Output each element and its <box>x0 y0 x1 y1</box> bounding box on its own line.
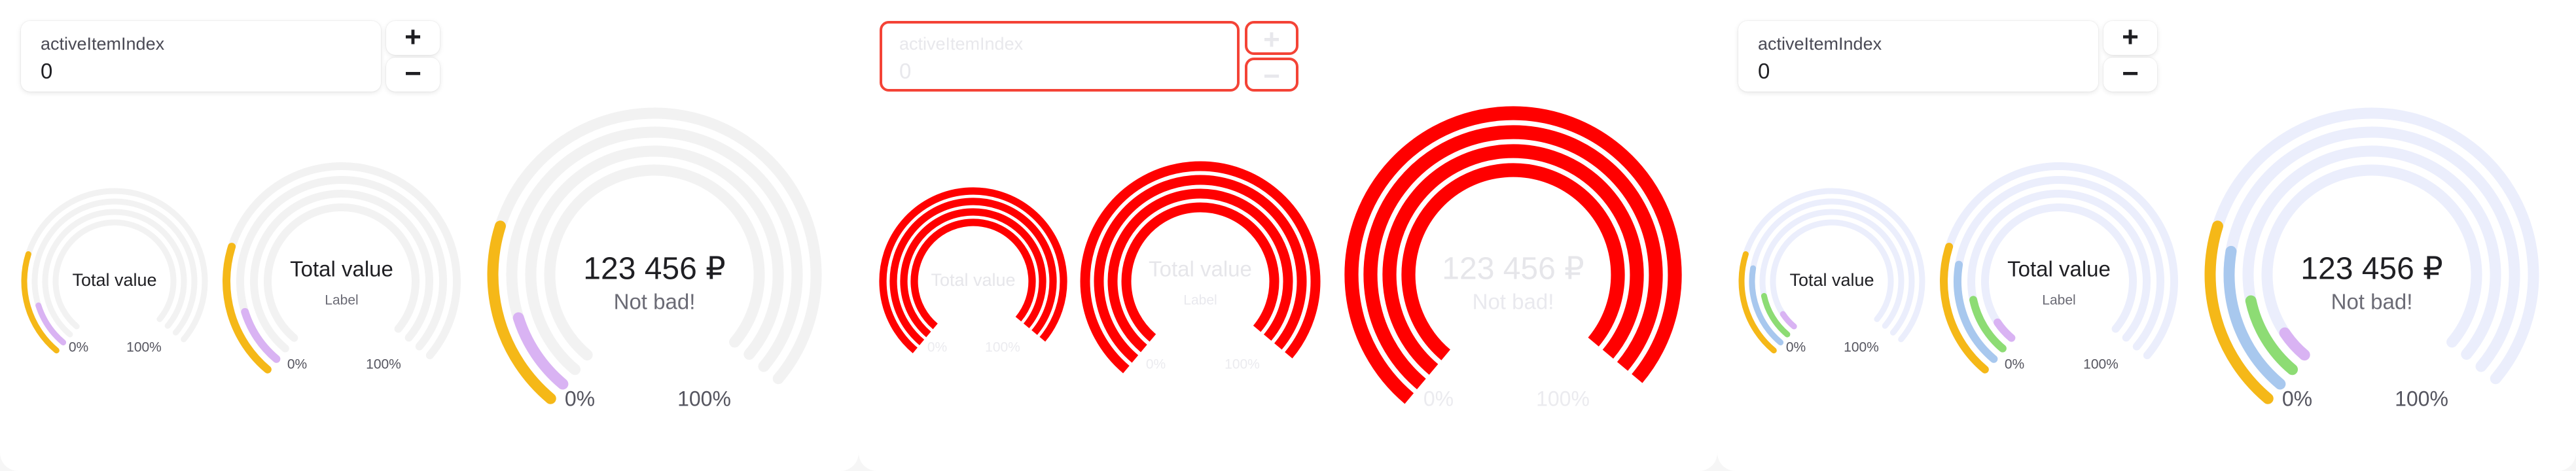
gauge-medium: Total value Label 0% 100% <box>1940 162 2178 374</box>
gauge-min-label: 0% <box>2005 357 2024 372</box>
gauge-subtitle: Not bad! <box>614 290 696 314</box>
gauge-min-label: 0% <box>2282 387 2312 410</box>
gauge-value-arc <box>2279 327 2310 361</box>
gauge-large: 123 456 ₽ Not bad! 0% 100% <box>487 107 822 410</box>
gauge-large: 123 456 ₽ Not bad! 0% 100% <box>2204 107 2539 410</box>
gauge-subtitle: Label <box>2042 293 2075 308</box>
gauge-max-label: 100% <box>985 340 1020 355</box>
gauge-group: Total value 0% 100% Total value Label 0% 100%… <box>879 106 1682 410</box>
gauge-title: Total value <box>72 270 156 290</box>
gauge-max-label: 100% <box>1536 387 1590 410</box>
gauge-group: Total value 0% 100% Total value Label 0% 100%… <box>21 107 822 410</box>
gauge-small: Total value 0% 100% <box>1738 188 1925 355</box>
gauge-min-label: 0% <box>1786 340 1806 355</box>
gauge-min-label: 0% <box>287 357 307 372</box>
gauge-subtitle: Label <box>325 293 358 308</box>
gauge-max-label: 100% <box>366 357 401 372</box>
gauge-panel-default: activeItemIndex 0 + − Total value 0% 100% … <box>0 0 859 471</box>
gauge-title: 123 456 ₽ <box>1442 252 1584 287</box>
gauge-subtitle: Not bad! <box>1473 290 1554 314</box>
gauge-medium: Total value Label 0% 100% <box>1080 161 1321 374</box>
gauge-title: Total value <box>1149 257 1252 281</box>
gauge-max-label: 100% <box>2083 357 2119 372</box>
gauge-min-label: 0% <box>69 340 88 355</box>
gauge-max-label: 100% <box>677 387 731 410</box>
gauge-title: 123 456 ₽ <box>583 252 725 287</box>
gauge-subtitle: Label <box>1183 293 1217 308</box>
gauge-panel-colored: activeItemIndex 0 + − Total value 0% 100% … <box>1717 0 2576 471</box>
gauge-title: 123 456 ₽ <box>2300 252 2442 287</box>
gauge-max-label: 100% <box>2395 387 2448 410</box>
gauge-max-label: 100% <box>126 340 162 355</box>
gauge-medium: Total value Label 0% 100% <box>223 162 461 374</box>
gauge-min-label: 0% <box>1146 357 1166 372</box>
gauge-min-label: 0% <box>1423 387 1454 410</box>
gauge-group: Total value 0% 100% Total value Label 0% 100%… <box>1738 107 2539 410</box>
gauge-small: Total value 0% 100% <box>879 187 1067 355</box>
gauge-large: 123 456 ₽ Not bad! 0% 100% <box>1344 106 1682 410</box>
gauge-value-arc <box>1994 318 2016 342</box>
gauge-title: Total value <box>290 257 393 281</box>
gauge-title: Total value <box>1789 270 1874 290</box>
gauge-max-label: 100% <box>1225 357 1260 372</box>
gauge-title: Total value <box>2007 257 2111 281</box>
gauge-min-label: 0% <box>927 340 947 355</box>
gauge-title: Total value <box>931 270 1015 290</box>
gauge-value-arc <box>1780 311 1797 330</box>
gauge-max-label: 100% <box>1844 340 1879 355</box>
gauge-panel-error: activeItemIndex 0 + − Total value 0% 100% … <box>859 0 1717 471</box>
gauge-small: Total value 0% 100% <box>21 188 208 355</box>
gauge-min-label: 0% <box>565 387 595 410</box>
gauge-subtitle: Not bad! <box>2331 290 2413 314</box>
